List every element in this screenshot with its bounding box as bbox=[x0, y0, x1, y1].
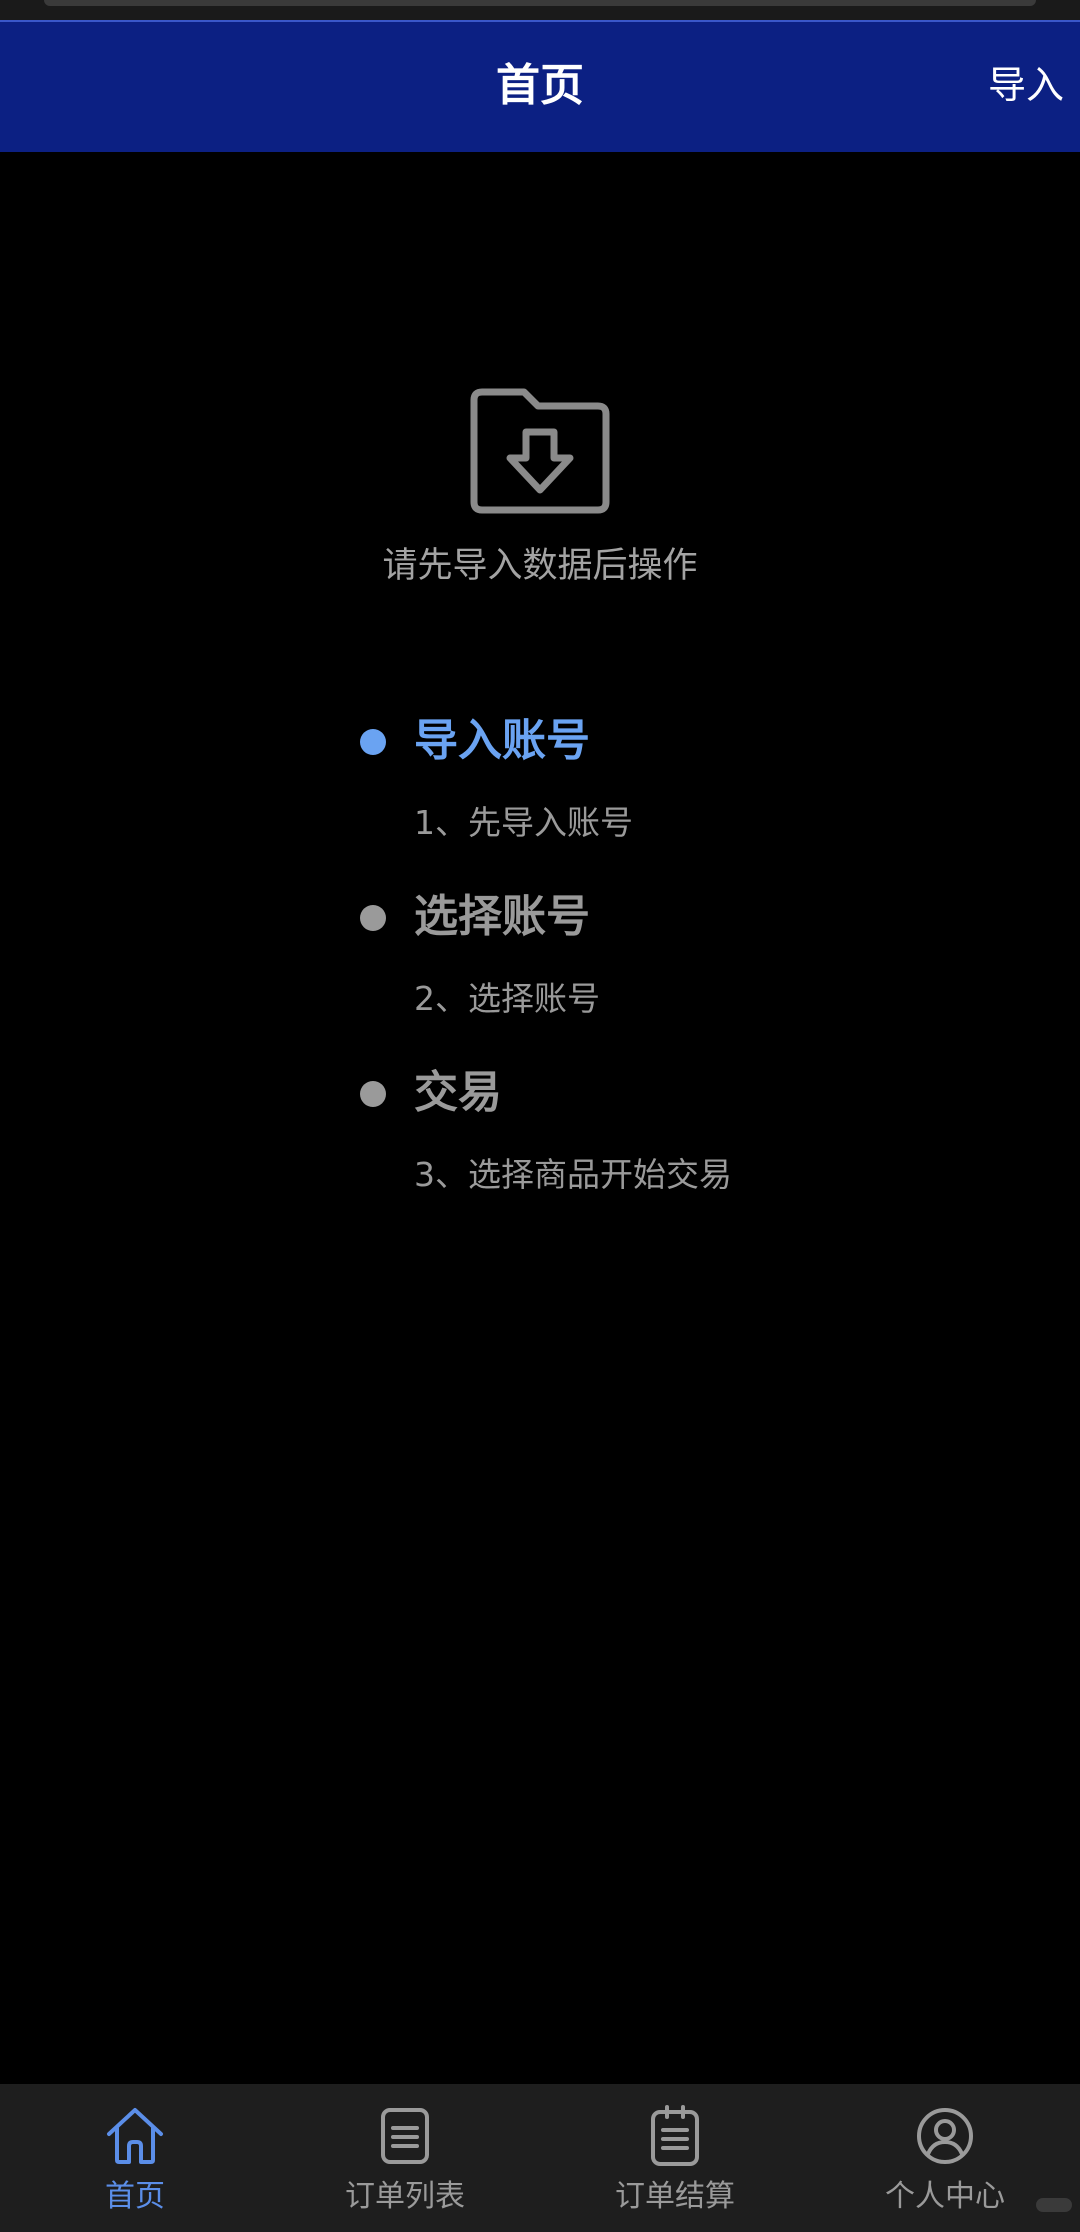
tab-label: 订单结算 bbox=[615, 2179, 735, 2214]
tab-order-list[interactable]: 订单列表 bbox=[270, 2084, 540, 2232]
top-nav-bar: 首页 导入 bbox=[0, 20, 1080, 152]
step-title: 交易 bbox=[414, 1067, 502, 1118]
bottom-tab-bar: 首页 订单列表 订单结算 个人中心 bbox=[0, 2084, 1080, 2232]
status-bar bbox=[0, 0, 1080, 22]
list-icon bbox=[381, 2108, 429, 2164]
empty-state-message: 请先导入数据后操作 bbox=[382, 546, 698, 586]
tab-label: 首页 bbox=[105, 2179, 165, 2214]
corner-badge bbox=[1036, 2198, 1072, 2212]
import-button[interactable]: 导入 bbox=[988, 60, 1064, 110]
tab-label: 个人中心 bbox=[885, 2179, 1005, 2214]
tab-home[interactable]: 首页 bbox=[0, 2084, 270, 2232]
step-dot bbox=[360, 729, 386, 755]
tab-order-settlement[interactable]: 订单结算 bbox=[540, 2084, 810, 2232]
step-description: 1、先导入账号 bbox=[414, 803, 633, 842]
status-bar-pill bbox=[44, 0, 1036, 6]
folder-download-icon bbox=[470, 388, 610, 514]
tab-label: 订单列表 bbox=[345, 2179, 465, 2214]
page-title: 首页 bbox=[496, 60, 584, 111]
step-description: 2、选择账号 bbox=[414, 979, 600, 1018]
clipboard-icon bbox=[651, 2105, 699, 2166]
app-screen: 首页 导入 请先导入数据后操作 导入账号 1、先导入账号 选择账号 2、选择账号… bbox=[0, 0, 1080, 2232]
step-dot bbox=[360, 1081, 386, 1107]
step-title: 选择账号 bbox=[414, 891, 590, 942]
step-title: 导入账号 bbox=[414, 715, 590, 766]
user-icon bbox=[917, 2108, 973, 2164]
step-description: 3、选择商品开始交易 bbox=[414, 1155, 732, 1194]
home-icon bbox=[107, 2108, 163, 2164]
step-dot bbox=[360, 905, 386, 931]
